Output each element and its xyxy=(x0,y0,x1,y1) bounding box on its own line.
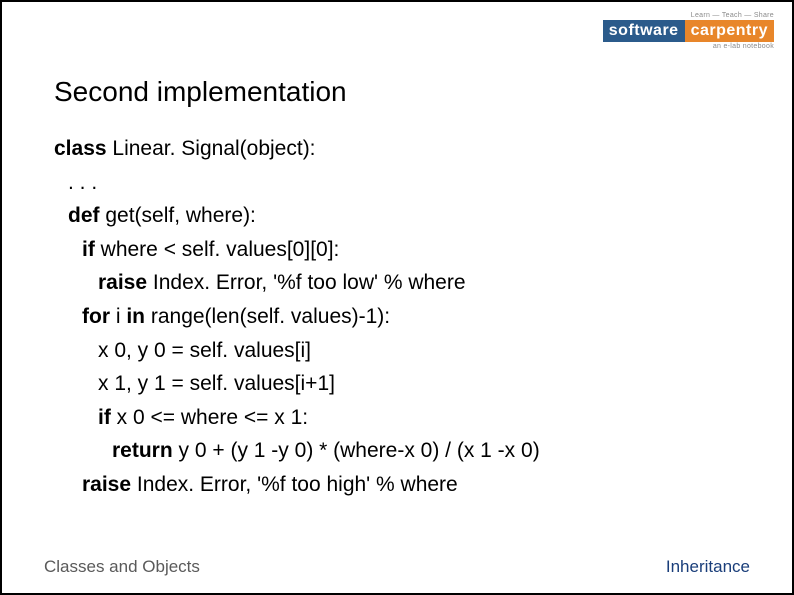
code-line-8: if x 0 <= where <= x 1: xyxy=(54,401,740,435)
keyword-if: if xyxy=(82,238,95,261)
logo-tagline-top: Learn — Teach — Share xyxy=(691,12,774,19)
code-line-4: raise Index. Error, '%f too low' % where xyxy=(54,266,740,300)
keyword-class: class xyxy=(54,137,107,160)
code-text: Index. Error, '%f too high' % where xyxy=(131,473,458,496)
footer-right: Inheritance xyxy=(666,557,750,577)
code-line-3: if where < self. values[0][0]: xyxy=(54,233,740,267)
code-text: x 0 <= where <= x 1: xyxy=(111,406,308,429)
code-text: . . . xyxy=(68,171,97,194)
footer-left: Classes and Objects xyxy=(44,557,200,577)
code-line-2: def get(self, where): xyxy=(54,199,740,233)
code-text: Linear. Signal(object): xyxy=(107,137,316,160)
code-text: x 1, y 1 = self. values[i+1] xyxy=(98,372,335,395)
keyword-return: return xyxy=(112,439,173,462)
code-text: y 0 + (y 1 -y 0) * (where-x 0) / (x 1 -x… xyxy=(173,439,540,462)
slide-title: Second implementation xyxy=(54,76,740,108)
keyword-raise: raise xyxy=(82,473,131,496)
logo-carpentry-text: carpentry xyxy=(685,20,774,42)
code-line-5: for i in range(len(self. values)-1): xyxy=(54,300,740,334)
logo-tagline-bottom: an e-lab notebook xyxy=(713,43,774,50)
slide-container: Learn — Teach — Share software carpentry… xyxy=(0,0,794,595)
keyword-in: in xyxy=(126,305,145,328)
logo-software-text: software xyxy=(603,20,685,42)
code-line-7: x 1, y 1 = self. values[i+1] xyxy=(54,367,740,401)
keyword-if: if xyxy=(98,406,111,429)
code-line-6: x 0, y 0 = self. values[i] xyxy=(54,334,740,368)
code-text: i xyxy=(110,305,126,328)
content-area: Second implementation class Linear. Sign… xyxy=(54,76,740,502)
code-text: range(len(self. values)-1): xyxy=(145,305,390,328)
code-text: x 0, y 0 = self. values[i] xyxy=(98,339,311,362)
keyword-def: def xyxy=(68,204,100,227)
code-text: get(self, where): xyxy=(100,204,256,227)
keyword-raise: raise xyxy=(98,271,147,294)
code-line-0: class Linear. Signal(object): xyxy=(54,132,740,166)
code-line-10: raise Index. Error, '%f too high' % wher… xyxy=(54,468,740,502)
logo: Learn — Teach — Share software carpentry… xyxy=(603,12,774,50)
logo-main: software carpentry xyxy=(603,20,774,42)
code-text: where < self. values[0][0]: xyxy=(95,238,340,261)
code-block: class Linear. Signal(object): . . . def … xyxy=(54,132,740,502)
footer: Classes and Objects Inheritance xyxy=(44,557,750,577)
code-line-1: . . . xyxy=(54,166,740,200)
code-text: Index. Error, '%f too low' % where xyxy=(147,271,466,294)
keyword-for: for xyxy=(82,305,110,328)
code-line-9: return y 0 + (y 1 -y 0) * (where-x 0) / … xyxy=(54,434,740,468)
